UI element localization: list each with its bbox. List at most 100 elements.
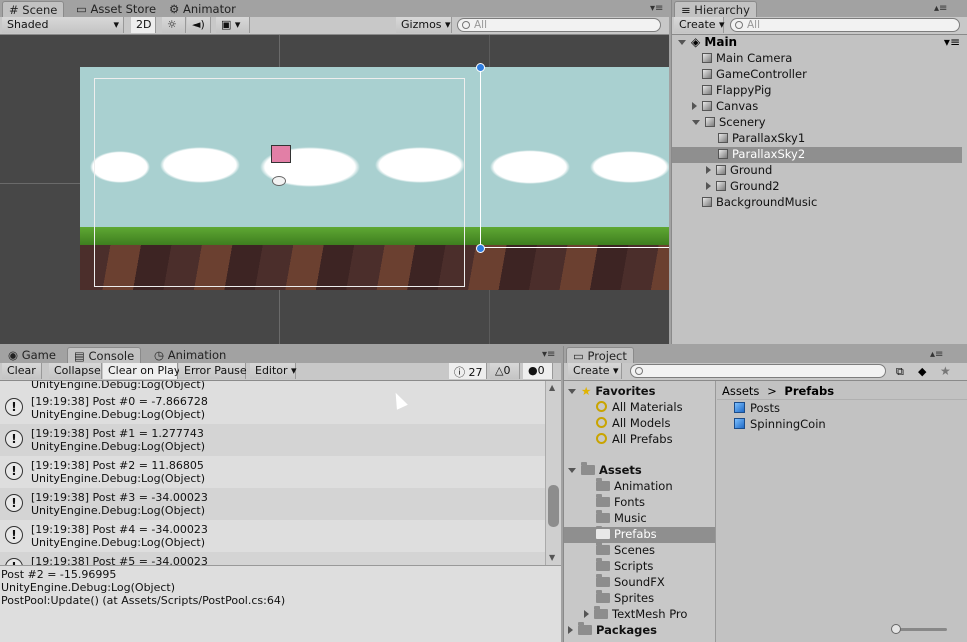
filter-type-icon[interactable]: ⧉ [896, 365, 904, 379]
prefab-item-posts[interactable]: Posts [734, 401, 780, 417]
folder-item[interactable]: Scenes [596, 542, 655, 559]
log-row[interactable]: ! [19:19:38] Post #0 = -7.866728 UnityEngi… [0, 392, 545, 424]
editor-dropdown[interactable]: Editor ▾ [250, 363, 297, 379]
folder-item[interactable]: Fonts [596, 494, 645, 511]
error-pause-toggle[interactable]: Error Pause [179, 363, 247, 379]
log-row[interactable]: ! [19:19:38] Post #5 = -34.00023 [0, 552, 545, 565]
scroll-down-icon[interactable]: ▼ [549, 553, 555, 562]
breadcrumb-root[interactable]: Assets [722, 384, 759, 398]
project-search-input[interactable] [630, 364, 886, 378]
create-dropdown[interactable]: Create ▾ [568, 363, 622, 379]
hierarchy-item-parallaxsky1[interactable]: ParallaxSky1 [672, 131, 962, 147]
audio-toggle[interactable]: ◄) [187, 17, 211, 33]
scroll-up-icon[interactable]: ▲ [549, 383, 555, 392]
folder-item[interactable]: Animation [596, 478, 673, 495]
tab-animation[interactable]: ◷ Animation [148, 347, 232, 363]
favorite-item[interactable]: All Models [596, 416, 670, 432]
log-row[interactable]: ! [19:19:38] Post #1 = 1.277743 UnityEngin… [0, 424, 545, 456]
item-label: All Models [612, 416, 671, 430]
folder-item[interactable]: Music [596, 510, 647, 527]
collapse-arrow-icon[interactable] [568, 468, 576, 473]
zoom-slider-thumb[interactable] [891, 624, 901, 634]
tab-game[interactable]: ◉ Game [2, 347, 62, 363]
clear-on-play-toggle[interactable]: Clear on Play [103, 363, 180, 379]
hierarchy-item-flappypig[interactable]: FlappyPig [672, 83, 962, 99]
expand-arrow-icon[interactable] [706, 166, 711, 174]
tab-label: Asset Store [90, 2, 157, 16]
panel-menu-icon[interactable]: ▾≡ [650, 3, 663, 14]
2d-toggle[interactable]: 2D [131, 17, 156, 33]
folder-icon [596, 478, 610, 491]
panel-menu-icon[interactable]: ▴≡ [930, 349, 943, 360]
clear-button[interactable]: Clear [2, 363, 42, 379]
expand-arrow-icon[interactable] [706, 182, 711, 190]
create-dropdown[interactable]: Create ▾ [674, 17, 725, 33]
favorites-header[interactable]: ★ Favorites [568, 384, 655, 400]
expand-arrow-icon[interactable] [692, 102, 697, 110]
hierarchy-item-main-camera[interactable]: Main Camera [672, 51, 962, 67]
assets-header[interactable]: Assets [568, 462, 642, 479]
detail-line[interactable]: PostPool:Update() (at Assets/Scripts/Pos… [1, 594, 560, 607]
scrollbar-thumb[interactable] [548, 485, 559, 527]
hierarchy-item-canvas[interactable]: Canvas [672, 99, 962, 115]
expand-arrow-icon[interactable] [584, 610, 589, 618]
folder-item[interactable]: TextMesh Pro [584, 606, 687, 623]
scene-viewport[interactable] [0, 35, 669, 344]
hierarchy-item-scenery[interactable]: Scenery [672, 115, 962, 131]
gizmos-dropdown[interactable]: Gizmos ▾ [396, 17, 452, 33]
collapse-button[interactable]: Collapse [49, 363, 102, 379]
folder-item[interactable]: Sprites [596, 590, 654, 607]
tab-project[interactable]: ▭ Project [566, 347, 634, 363]
pig-sprite[interactable] [271, 145, 291, 163]
hierarchy-item-ground[interactable]: Ground [672, 163, 962, 179]
rect-handle[interactable] [476, 63, 485, 72]
scene-menu-icon[interactable]: ▾≡ [944, 35, 960, 49]
error-count-toggle[interactable]: ●0 [523, 363, 553, 379]
breadcrumb-current[interactable]: Prefabs [784, 384, 834, 398]
collapse-arrow-icon[interactable] [692, 120, 700, 125]
log-line: [19:19:38] Post #3 = -34.00023 [31, 491, 208, 504]
warning-count-toggle[interactable]: △0 [490, 363, 520, 379]
tab-scene[interactable]: # Scene [2, 1, 65, 17]
log-count-toggle[interactable]: ⓘ 27 [449, 363, 487, 379]
hierarchy-item-backgroundmusic[interactable]: BackgroundMusic [672, 195, 962, 211]
tab-animator[interactable]: ⚙ Animator [163, 1, 242, 17]
expand-arrow-icon[interactable] [678, 40, 686, 45]
item-label: Main Camera [716, 51, 793, 65]
tab-hierarchy[interactable]: ≡ Hierarchy [674, 1, 757, 17]
shading-dropdown[interactable]: Shaded ▾ [2, 17, 124, 33]
scene-search-input[interactable]: All [457, 18, 661, 32]
log-row[interactable]: ! [19:19:38] Post #4 = -34.00023 UnityEngi… [0, 520, 545, 552]
hierarchy-search-input[interactable]: All [730, 18, 960, 32]
star-icon[interactable]: ★ [940, 364, 951, 378]
tab-asset-store[interactable]: ▭ Asset Store [70, 1, 162, 17]
prefab-item-spinningcoin[interactable]: SpinningCoin [734, 417, 826, 433]
hierarchy-item-parallaxsky2[interactable]: ParallaxSky2 [672, 147, 962, 163]
tab-console[interactable]: ▤ Console [67, 347, 142, 363]
scene-root-row[interactable]: ◈ Main ▾≡ [672, 35, 967, 51]
favorite-item[interactable]: All Materials [596, 400, 683, 416]
hierarchy-item-gamecontroller[interactable]: GameController [672, 67, 962, 83]
effects-dropdown[interactable]: ▣ ▾ [216, 17, 250, 33]
folder-item[interactable]: SoundFX [596, 574, 665, 591]
zoom-slider[interactable] [891, 624, 947, 634]
expand-arrow-icon[interactable] [568, 626, 573, 634]
log-scrollbar[interactable]: ▲ ▼ [545, 381, 561, 565]
log-row[interactable]: ! [19:19:38] Post #2 = 11.86805 UnityEngin… [0, 456, 545, 488]
collapse-arrow-icon[interactable] [568, 389, 576, 394]
panel-menu-icon[interactable]: ▾≡ [542, 349, 555, 360]
detail-line: UnityEngine.Debug:Log(Object) [1, 581, 176, 594]
favorite-item[interactable]: All Prefabs [596, 432, 673, 448]
hierarchy-item-ground2[interactable]: Ground2 [672, 179, 962, 195]
favorites-label: Favorites [595, 384, 656, 398]
packages-header[interactable]: Packages [568, 622, 657, 639]
rect-handle[interactable] [476, 244, 485, 253]
lighting-toggle[interactable]: ☼ [162, 17, 186, 33]
folder-item[interactable]: Scripts [596, 558, 653, 575]
folder-item-selected[interactable]: Prefabs [564, 526, 715, 543]
log-row[interactable]: ! [19:19:38] Post #3 = -34.00023 UnityEngi… [0, 488, 545, 520]
info-icon: ! [5, 462, 23, 480]
tag-icon[interactable]: ◆ [918, 365, 926, 378]
panel-menu-icon[interactable]: ▴≡ [934, 3, 947, 14]
folder-icon [596, 542, 610, 555]
